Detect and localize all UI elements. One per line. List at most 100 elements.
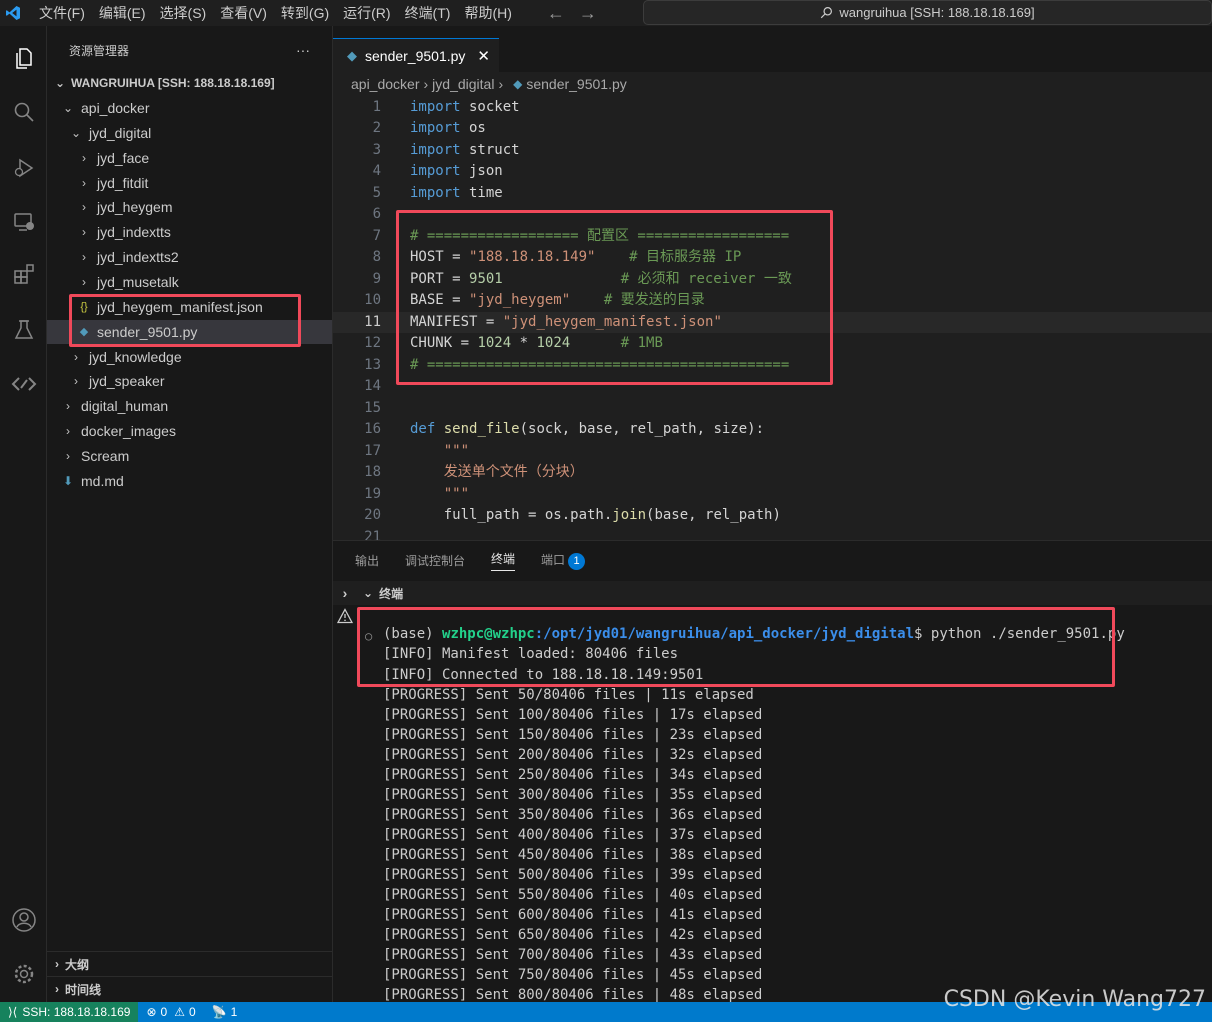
tree-item[interactable]: › jyd_speaker xyxy=(47,369,332,393)
workspace-root[interactable]: ⌄ WANGRUIHUA [SSH: 188.18.18.169] xyxy=(47,71,332,95)
problems-indicator[interactable]: ⊗ 0 ⚠ 0 xyxy=(138,1005,203,1019)
code-line: 5 import time xyxy=(333,183,1212,205)
tree-item[interactable]: › jyd_fitdit xyxy=(47,171,332,195)
timeline-section[interactable]: › 时间线 xyxy=(47,976,332,1001)
tree-item[interactable]: ⌄ api_docker xyxy=(47,96,332,120)
code-token: CHUNK xyxy=(410,335,453,351)
tab-output[interactable]: 输出 xyxy=(355,552,379,569)
tree-item[interactable]: › jyd_musetalk xyxy=(47,270,332,294)
chevron-right-icon[interactable]: › xyxy=(333,585,357,601)
menu-run[interactable]: 运行(R) xyxy=(336,0,397,26)
tree-item[interactable]: › jyd_indextts2 xyxy=(47,245,332,269)
menu-file[interactable]: 文件(F) xyxy=(32,0,92,26)
testing-icon[interactable] xyxy=(0,310,47,350)
menu-help[interactable]: 帮助(H) xyxy=(457,0,518,26)
remote-label: SSH: 188.18.18.169 xyxy=(22,1005,131,1019)
line-number: 1 xyxy=(372,98,381,115)
warning-icon[interactable] xyxy=(336,608,355,626)
back-arrow-icon[interactable]: ← xyxy=(547,3,565,24)
code-token: json xyxy=(460,163,503,179)
remote-link-icon[interactable] xyxy=(0,364,47,404)
code-text: import socket xyxy=(410,97,520,119)
remote-icon: ⟩⟨ xyxy=(8,1005,18,1019)
run-debug-icon[interactable] xyxy=(0,148,47,188)
tab-sender-py[interactable]: ◆ sender_9501.py ✕ xyxy=(333,38,499,72)
breadcrumb-item[interactable]: sender_9501.py xyxy=(526,76,626,92)
chevron-right-icon: › xyxy=(82,200,86,215)
code-text: import struct xyxy=(410,140,520,162)
code-text: # ======================================… xyxy=(410,355,789,377)
code-token: 1024 xyxy=(477,335,512,351)
code-text: BASE = "jyd_heygem" # 要发送的目录 xyxy=(410,290,705,312)
code-token: = xyxy=(477,313,503,330)
code-line: 4 import json xyxy=(333,161,1212,183)
menu-edit[interactable]: 编辑(E) xyxy=(92,0,153,26)
line-number: 11 xyxy=(364,313,381,330)
command-center-search[interactable]: wangruihua [SSH: 188.18.18.169] xyxy=(643,0,1212,25)
more-actions-icon[interactable]: ··· xyxy=(296,42,310,58)
search-icon[interactable] xyxy=(0,92,47,132)
chevron-right-icon: › xyxy=(498,76,504,92)
code-text: import time xyxy=(410,183,503,205)
tree-item[interactable]: ◆ sender_9501.py xyxy=(47,319,332,344)
code-token: = xyxy=(452,335,478,351)
code-token: socket xyxy=(460,98,520,115)
settings-gear-icon[interactable] xyxy=(0,954,47,994)
tree-item[interactable]: › jyd_heygem xyxy=(47,195,332,219)
tree-item[interactable]: › jyd_face xyxy=(47,146,332,170)
menu-terminal[interactable]: 终端(T) xyxy=(398,0,458,26)
tree-item-label: sender_9501.py xyxy=(97,323,198,340)
terminal-progress-line: [PROGRESS] Sent 400/80406 files | 37s el… xyxy=(383,827,763,843)
ports-indicator[interactable]: 📡 1 xyxy=(204,1005,246,1019)
terminal-info-line: [INFO] Connected to 188.18.18.149:9501 xyxy=(383,667,704,683)
explorer-icon[interactable] xyxy=(0,38,47,78)
tree-item[interactable]: › digital_human xyxy=(47,394,332,418)
tree-item-label: api_docker xyxy=(81,100,150,116)
tab-terminal[interactable]: 终端 xyxy=(491,550,516,571)
code-token: 9501 xyxy=(469,270,503,287)
terminal[interactable]: ○ (base) wzhpc@wzhpc:/opt/jyd01/wangruih… xyxy=(356,607,1212,1003)
code-text: """ xyxy=(410,441,469,463)
tree-item[interactable]: › docker_images xyxy=(47,419,332,443)
line-number: 12 xyxy=(364,335,381,351)
breadcrumb-item[interactable]: api_docker xyxy=(351,76,420,92)
code-token: (sock, base, rel_path, size): xyxy=(519,421,765,437)
code-token: * xyxy=(511,335,537,351)
tab-ports-label: 端口 xyxy=(541,552,566,567)
menu-go[interactable]: 转到(G) xyxy=(274,0,336,26)
line-number: 21 xyxy=(364,528,381,541)
terminal-progress-line: [PROGRESS] Sent 700/80406 files | 43s el… xyxy=(383,947,763,963)
tree-item[interactable]: › Scream xyxy=(47,444,332,468)
tree-item-label: digital_human xyxy=(81,398,169,415)
remote-indicator[interactable]: ⟩⟨ SSH: 188.18.18.169 xyxy=(0,1002,139,1022)
tree-item[interactable]: ⬇ md.md xyxy=(47,469,332,493)
tree-item[interactable]: › jyd_knowledge xyxy=(47,345,332,369)
code-line: 17 """ xyxy=(333,441,1212,463)
code-line: 13 # ====================================… xyxy=(333,355,1212,377)
close-icon[interactable]: ✕ xyxy=(477,47,490,65)
forward-arrow-icon[interactable]: → xyxy=(579,3,597,24)
tree-item[interactable]: {} jyd_heygem_manifest.json xyxy=(47,295,332,319)
chevron-right-icon: › xyxy=(74,374,78,389)
extensions-icon[interactable] xyxy=(0,254,47,294)
account-icon[interactable] xyxy=(0,900,47,940)
line-number: 6 xyxy=(372,206,381,222)
code-text: CHUNK = 1024 * 1024 # 1MB xyxy=(410,333,663,355)
line-number: 19 xyxy=(364,485,381,502)
menu-view[interactable]: 查看(V) xyxy=(213,0,274,26)
error-icon: ⊗ xyxy=(146,1005,157,1019)
tree-item[interactable]: › jyd_indextts xyxy=(47,220,332,244)
chevron-right-icon: › xyxy=(66,448,70,463)
outline-section[interactable]: › 大纲 xyxy=(47,951,332,976)
remote-explorer-icon[interactable] xyxy=(0,202,47,242)
tab-ports[interactable]: 端口 1 xyxy=(541,551,586,570)
menu-selection[interactable]: 选择(S) xyxy=(153,0,214,26)
tree-item[interactable]: ⌄ jyd_digital xyxy=(47,121,332,145)
breadcrumb-item[interactable]: jyd_digital xyxy=(432,76,494,92)
search-icon xyxy=(821,7,833,19)
code-token: # 必须和 receiver 一致 xyxy=(502,270,792,287)
code-editor[interactable]: 1 import socket 2 import os 3 import struct 4 i… xyxy=(333,96,1212,540)
tab-debug-console[interactable]: 调试控制台 xyxy=(405,552,465,569)
chevron-down-icon[interactable]: ⌄ xyxy=(363,586,373,600)
code-line: 16 def send_file(sock, base, rel_path, si… xyxy=(333,419,1212,441)
